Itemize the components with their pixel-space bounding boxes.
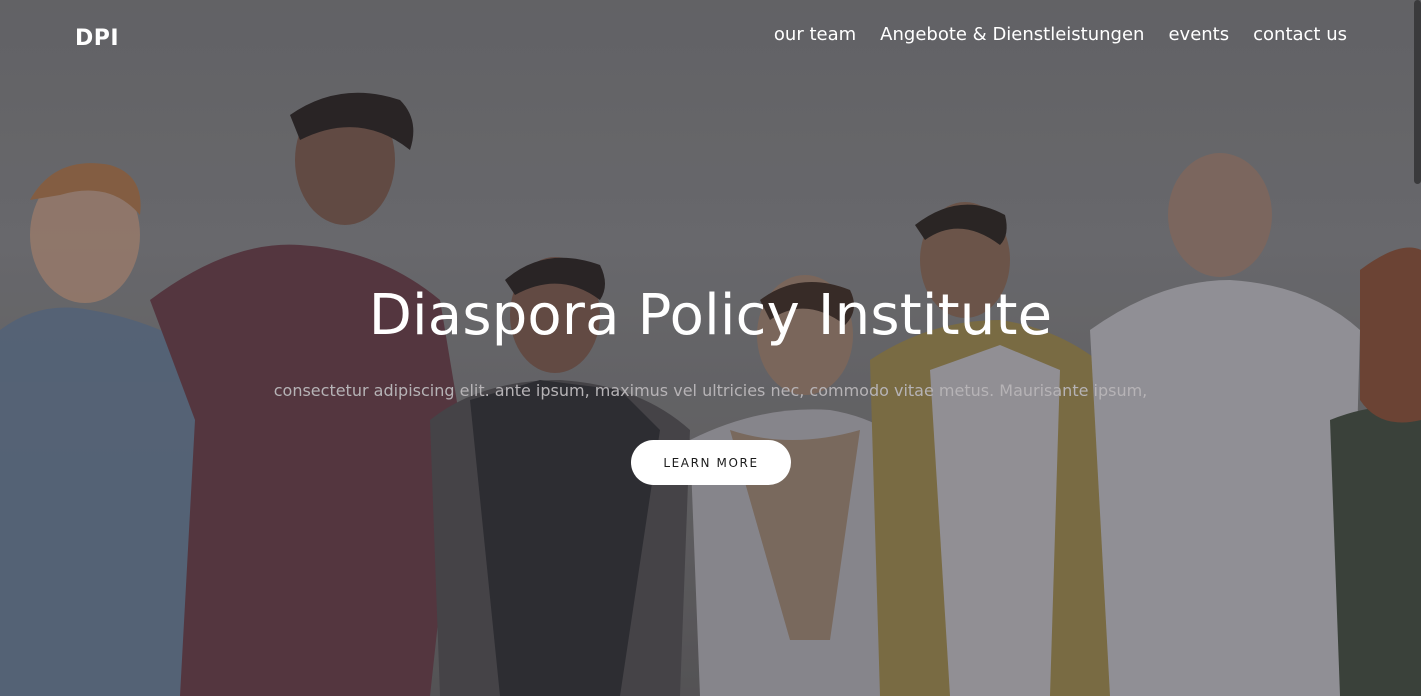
hero-overlay <box>0 0 1421 696</box>
navbar: DPI our team Angebote & Dienstleistungen… <box>0 0 1421 70</box>
nav-link-events[interactable]: events <box>1168 24 1229 45</box>
hero-subtitle: consectetur adipiscing elit. ante ipsum,… <box>273 381 1148 400</box>
nav-link-our-team[interactable]: our team <box>774 24 856 45</box>
hero-section: DPI our team Angebote & Dienstleistungen… <box>0 0 1421 696</box>
nav-links: our team Angebote & Dienstleistungen eve… <box>774 24 1347 45</box>
nav-link-contact-us[interactable]: contact us <box>1253 24 1347 45</box>
learn-more-button[interactable]: LEARN MORE <box>631 440 791 485</box>
nav-link-angebote[interactable]: Angebote & Dienstleistungen <box>880 24 1144 45</box>
hero-title: Diaspora Policy Institute <box>368 283 1053 348</box>
site-logo[interactable]: DPI <box>75 26 119 51</box>
